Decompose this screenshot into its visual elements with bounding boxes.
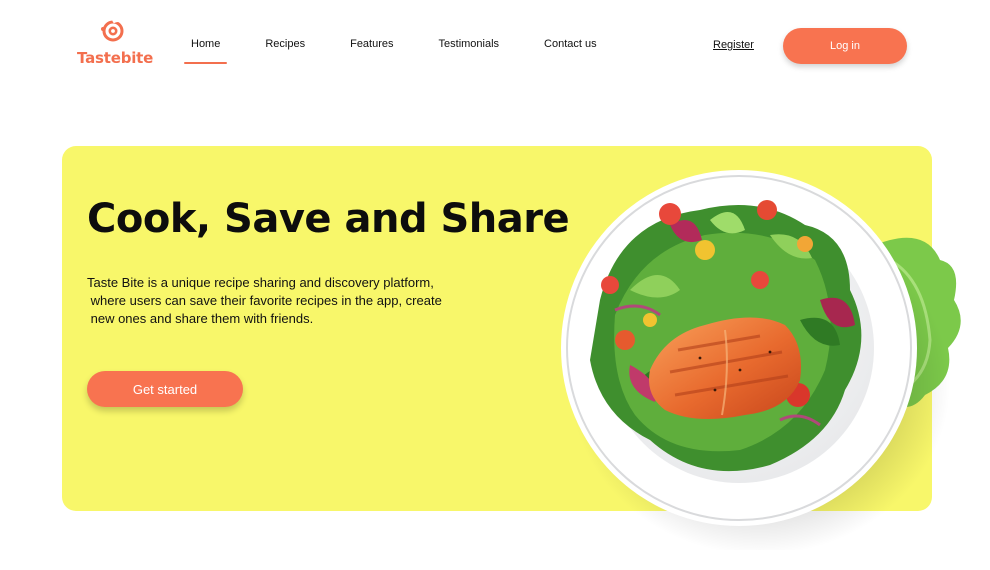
brand-name: Tastebite: [77, 49, 154, 67]
swirl-logo-icon: [101, 19, 124, 42]
hero-description: Taste Bite is a unique recipe sharing an…: [87, 274, 487, 328]
hero-title: Cook, Save and Share: [87, 196, 570, 242]
salmon-salad-plate-image: [561, 170, 961, 550]
main-nav: Home Recipes Features Testimonials Conta…: [184, 38, 635, 64]
nav-item-home[interactable]: Home: [184, 38, 228, 64]
hero-description-line: where users can save their favorite reci…: [87, 293, 442, 308]
hero-description-line: new ones and share them with friends.: [87, 311, 314, 326]
hero-description-line: Taste Bite is a unique recipe sharing an…: [87, 275, 434, 290]
get-started-button[interactable]: Get started: [87, 371, 243, 407]
register-link[interactable]: Register: [713, 39, 754, 51]
login-button[interactable]: Log in: [783, 28, 907, 64]
nav-item-features[interactable]: Features: [343, 38, 400, 64]
brand-logo[interactable]: Tastebite: [77, 18, 153, 70]
nav-item-testimonials[interactable]: Testimonials: [432, 38, 507, 64]
nav-item-recipes[interactable]: Recipes: [258, 38, 312, 64]
nav-item-contact[interactable]: Contact us: [537, 38, 604, 64]
